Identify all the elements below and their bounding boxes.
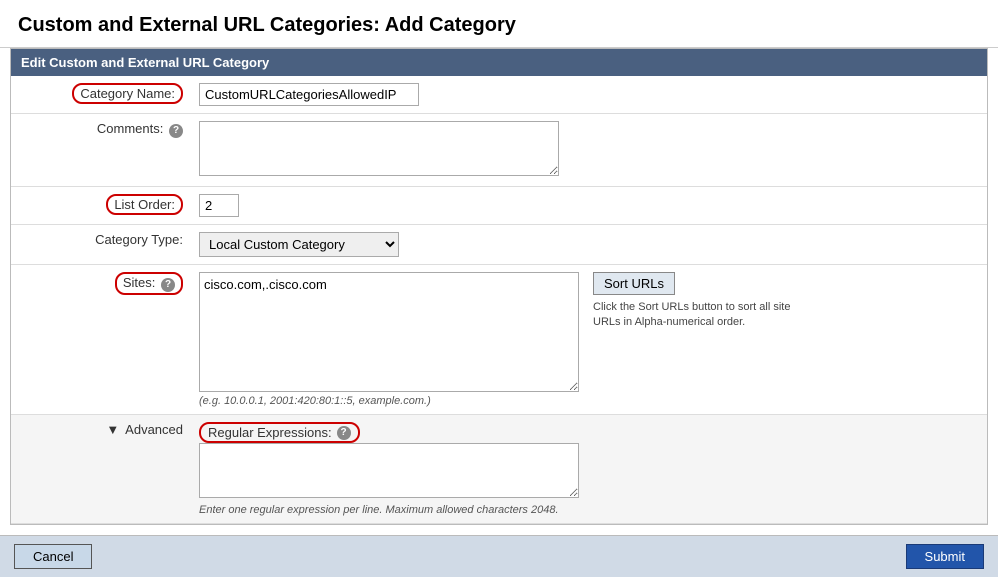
comments-label-cell: Comments: ? <box>11 114 191 187</box>
advanced-toggle[interactable]: ▼ Advanced <box>106 422 183 437</box>
advanced-row: ▼ Advanced Regular Expressions: ? Enter … <box>11 415 987 524</box>
page-title: Custom and External URL Categories: Add … <box>0 0 998 48</box>
regex-textarea[interactable] <box>199 443 579 498</box>
category-type-select[interactable]: Local Custom Category External Live Feed… <box>199 232 399 257</box>
sort-urls-button[interactable]: Sort URLs <box>593 272 675 295</box>
comments-row: Comments: ? <box>11 114 987 187</box>
footer-bar: Cancel Submit <box>0 535 998 577</box>
cancel-button[interactable]: Cancel <box>14 544 92 569</box>
section-header: Edit Custom and External URL Category <box>11 49 987 76</box>
sites-help-icon[interactable]: ? <box>161 278 175 292</box>
category-name-label: Category Name: <box>72 83 183 104</box>
sites-hint: (e.g. 10.0.0.1, 2001:420:80:1::5, exampl… <box>199 395 579 407</box>
advanced-content-cell: Regular Expressions: ? Enter one regular… <box>191 415 987 524</box>
list-order-input[interactable] <box>199 194 239 217</box>
regex-help-icon[interactable]: ? <box>337 426 351 440</box>
category-name-value-cell <box>191 76 987 114</box>
sites-textarea[interactable]: cisco.com,.cisco.com <box>199 272 579 392</box>
sort-section: Sort URLs Click the Sort URLs button to … <box>593 272 793 331</box>
category-name-input[interactable] <box>199 83 419 106</box>
category-type-row: Category Type: Local Custom Category Ext… <box>11 225 987 265</box>
sites-label: Sites: ? <box>115 272 183 295</box>
form-section: Edit Custom and External URL Category Ca… <box>10 48 988 525</box>
comments-help-icon[interactable]: ? <box>169 124 183 138</box>
sites-content: cisco.com,.cisco.com (e.g. 10.0.0.1, 200… <box>199 272 979 407</box>
regex-section: Regular Expressions: ? Enter one regular… <box>199 422 979 516</box>
list-order-row: List Order: <box>11 187 987 225</box>
comments-value-cell <box>191 114 987 187</box>
list-order-label-cell: List Order: <box>11 187 191 225</box>
list-order-label: List Order: <box>106 194 183 215</box>
category-name-row: Category Name: <box>11 76 987 114</box>
regex-hint: Enter one regular expression per line. M… <box>199 504 559 516</box>
category-type-value-cell: Local Custom Category External Live Feed… <box>191 225 987 265</box>
sites-left: cisco.com,.cisco.com (e.g. 10.0.0.1, 200… <box>199 272 579 407</box>
advanced-label-cell: ▼ Advanced <box>11 415 191 524</box>
triangle-icon: ▼ <box>106 422 119 437</box>
list-order-value-cell <box>191 187 987 225</box>
sites-row: Sites: ? cisco.com,.cisco.com (e.g. 10.0… <box>11 265 987 415</box>
regex-label-highlighted: Regular Expressions: ? <box>199 422 360 443</box>
sites-label-cell: Sites: ? <box>11 265 191 415</box>
form-table: Category Name: Comments: ? <box>11 76 987 524</box>
category-name-label-cell: Category Name: <box>11 76 191 114</box>
page-wrapper: Custom and External URL Categories: Add … <box>0 0 998 577</box>
submit-button[interactable]: Submit <box>906 544 984 569</box>
sort-description: Click the Sort URLs button to sort all s… <box>593 300 793 331</box>
category-type-label-cell: Category Type: <box>11 225 191 265</box>
comments-textarea[interactable] <box>199 121 559 176</box>
sites-value-cell: cisco.com,.cisco.com (e.g. 10.0.0.1, 200… <box>191 265 987 415</box>
